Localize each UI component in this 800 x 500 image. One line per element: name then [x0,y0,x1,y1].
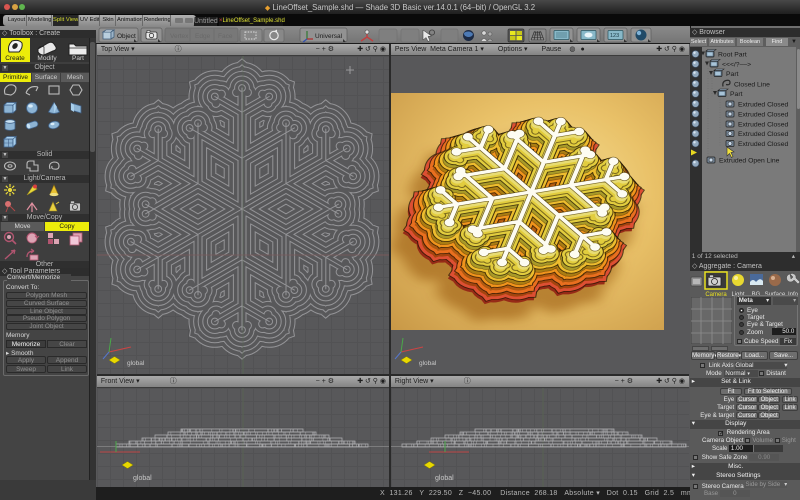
svg-text:Part: Part [72,55,84,62]
svg-text:global: global [127,360,145,367]
svg-text:Closed Line: Closed Line [734,82,770,89]
svg-text:Universal: Universal [315,33,343,40]
svg-text:Root Part: Root Part [718,52,747,59]
svg-text:Extruded Closed: Extruded Closed [738,131,788,138]
svg-text:Extruded Closed: Extruded Closed [738,112,788,119]
svg-text:Extruded Open Line: Extruded Open Line [719,158,780,165]
svg-text:Extruded Closed: Extruded Closed [738,102,788,109]
svg-text:Part: Part [726,71,739,78]
svg-text:Extruded Closed: Extruded Closed [738,141,788,148]
svg-text:Object: Object [117,33,136,40]
svg-text:Part: Part [730,91,743,98]
svg-text:Face: Face [218,33,233,40]
svg-text:<<</?––>: <<</?––> [722,62,751,69]
svg-text:global: global [419,360,437,367]
svg-text:Vertex: Vertex [170,33,189,40]
svg-text:Extruded Closed: Extruded Closed [738,122,788,129]
svg-text:123: 123 [610,33,619,39]
svg-text:global: global [133,475,152,482]
svg-text:Edge: Edge [195,33,211,40]
svg-text:global: global [435,475,454,482]
svg-text:Create: Create [5,55,25,62]
svg-text:Modify: Modify [37,55,57,62]
